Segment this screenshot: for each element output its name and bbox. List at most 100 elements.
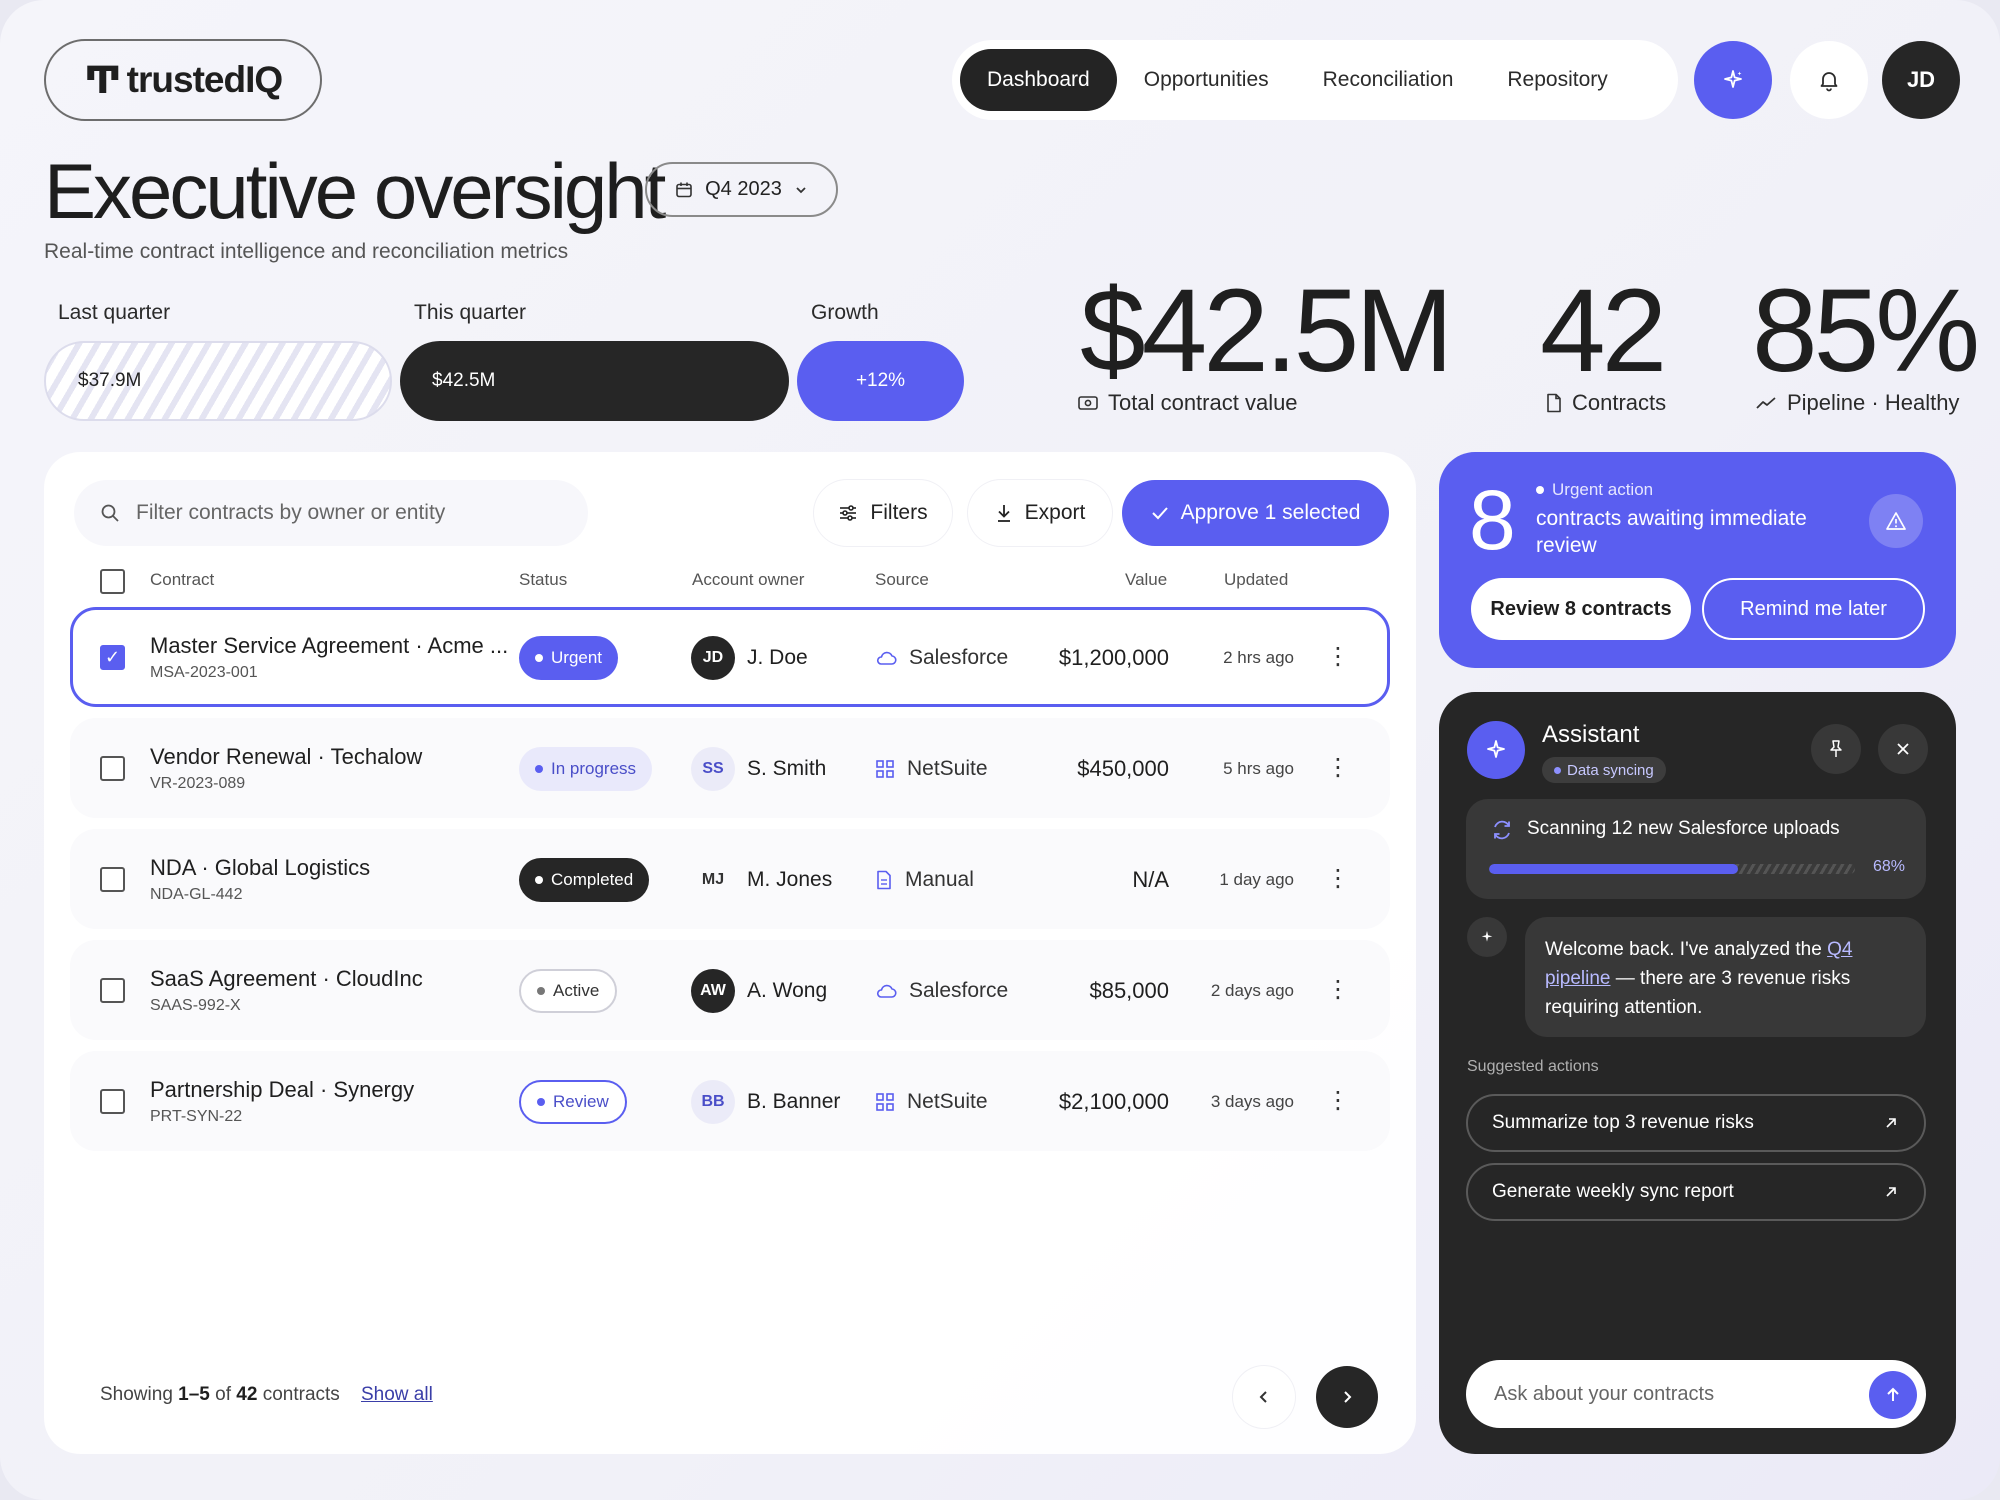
- next-page-button[interactable]: [1316, 1366, 1378, 1428]
- row-checkbox[interactable]: [100, 1089, 125, 1114]
- stat-contracts-value: 42: [1540, 265, 1667, 397]
- grid-icon: [876, 760, 894, 778]
- contract-id: VR-2023-089: [150, 775, 246, 792]
- owner-name: B. Banner: [747, 1090, 841, 1113]
- send-button[interactable]: [1869, 1371, 1917, 1419]
- approve-selected-button[interactable]: Approve 1 selected: [1122, 480, 1389, 546]
- assistant-input[interactable]: Ask about your contracts: [1466, 1360, 1926, 1428]
- review-contracts-button[interactable]: Review 8 contracts: [1471, 578, 1691, 640]
- tab-reconciliation[interactable]: Reconciliation: [1296, 49, 1481, 111]
- status-label: In progress: [551, 759, 637, 778]
- showing-range: 1–5: [178, 1384, 210, 1405]
- sparkle-icon: [1724, 70, 1742, 88]
- stat-total-label: Total contract value: [1108, 390, 1298, 415]
- prev-page-button[interactable]: [1233, 1366, 1295, 1428]
- notifications-button[interactable]: [1790, 41, 1868, 119]
- select-all-checkbox[interactable]: [100, 569, 125, 594]
- scan-percent: 68%: [1873, 858, 1906, 875]
- suggestion-label: Generate weekly sync report: [1492, 1181, 1734, 1202]
- status-label: Urgent: [551, 648, 603, 667]
- stat-contracts-label: Contracts: [1572, 390, 1667, 415]
- logo-mark-icon: Ͳ: [83, 59, 122, 101]
- status-label: Completed: [551, 870, 634, 889]
- last-quarter-bar: $37.9M: [44, 341, 392, 421]
- check-icon: [1151, 507, 1168, 520]
- filters-button[interactable]: Filters: [814, 480, 952, 546]
- col-account-owner[interactable]: Account owner: [692, 570, 804, 590]
- remind-later-button[interactable]: Remind me later: [1702, 578, 1925, 640]
- showing-prefix: Showing: [100, 1384, 173, 1405]
- status-badge: In progress: [519, 747, 653, 791]
- logo[interactable]: Ͳ trustedIQ: [44, 39, 322, 121]
- document-icon: [877, 870, 891, 890]
- col-source[interactable]: Source: [875, 570, 929, 590]
- row-menu-icon[interactable]: ⋮: [1326, 645, 1350, 669]
- tab-repository[interactable]: Repository: [1480, 49, 1634, 111]
- contract-id: MSA-2023-001: [150, 664, 258, 681]
- source: Salesforce: [875, 979, 1008, 1003]
- contract-value: $450,000: [1077, 756, 1169, 781]
- contract-name: Vendor Renewal · Techalow: [150, 744, 423, 769]
- col-status[interactable]: Status: [519, 570, 567, 590]
- calendar-icon: [676, 182, 692, 197]
- stat-pipeline-caption: Pipeline · Healthy: [1755, 390, 1959, 416]
- user-avatar[interactable]: JD: [1882, 41, 1960, 119]
- source-label: Manual: [905, 868, 974, 891]
- row-checkbox[interactable]: [100, 867, 125, 892]
- show-all-link[interactable]: Show all: [361, 1384, 433, 1406]
- grid-icon: [876, 1093, 894, 1111]
- col-updated[interactable]: Updated: [1224, 570, 1288, 590]
- export-button[interactable]: Export: [968, 480, 1112, 546]
- contract-id: SAAS-992-X: [150, 997, 241, 1014]
- bell-icon: [1820, 72, 1838, 92]
- source-label: Salesforce: [909, 979, 1009, 1002]
- status-badge: Active: [519, 969, 618, 1013]
- search-icon: [101, 504, 119, 522]
- stat-contracts-caption: Contracts: [1546, 390, 1666, 416]
- export-label: Export: [1024, 501, 1086, 524]
- avatar: JD: [691, 636, 735, 680]
- tab-opportunities[interactable]: Opportunities: [1117, 49, 1296, 111]
- showing-total: 42: [236, 1384, 258, 1405]
- arrow-up-right-icon: [1886, 1118, 1896, 1128]
- row-menu-icon[interactable]: ⋮: [1326, 756, 1350, 780]
- close-button[interactable]: [1878, 724, 1928, 774]
- contract-id: PRT-SYN-22: [150, 1108, 243, 1125]
- row-checkbox[interactable]: [100, 978, 125, 1003]
- suggestion-weekly-report[interactable]: Generate weekly sync report: [1466, 1163, 1926, 1221]
- contract-value: $1,200,000: [1058, 645, 1169, 670]
- updated-time: 3 days ago: [1210, 1092, 1294, 1111]
- cloud-icon: [876, 984, 897, 998]
- warning-button[interactable]: [1869, 494, 1923, 548]
- suggestion-summarize-risks[interactable]: Summarize top 3 revenue risks: [1466, 1094, 1926, 1152]
- source: NetSuite: [875, 757, 988, 781]
- row-menu-icon[interactable]: ⋮: [1326, 978, 1350, 1002]
- this-quarter-label: This quarter: [414, 301, 527, 324]
- row-menu-icon[interactable]: ⋮: [1326, 1089, 1350, 1113]
- cloud-icon: [876, 651, 897, 665]
- status-label: Active: [553, 981, 600, 1000]
- contract-name: Master Service Agreement · Acme ...: [150, 633, 509, 658]
- row-checkbox[interactable]: [100, 756, 125, 781]
- pin-button[interactable]: [1811, 724, 1861, 774]
- col-contract[interactable]: Contract: [150, 570, 214, 590]
- contract-name: SaaS Agreement · CloudInc: [150, 966, 423, 991]
- search-input[interactable]: Filter contracts by owner or entity: [74, 480, 588, 546]
- row-menu-icon[interactable]: ⋮: [1326, 867, 1350, 891]
- stat-pipeline-label: Pipeline · Healthy: [1787, 390, 1960, 415]
- col-value[interactable]: Value: [1125, 570, 1167, 590]
- assistant-message: Welcome back. I've analyzed the Q4 pipel…: [1525, 917, 1926, 1037]
- scan-text: Scanning 12 new Salesforce uploads: [1527, 818, 1840, 839]
- assistant-avatar: [1467, 721, 1525, 779]
- urgent-tag: Urgent action: [1536, 480, 1653, 500]
- ai-sparkle-button[interactable]: [1694, 41, 1772, 119]
- row-checkbox[interactable]: ✓: [100, 645, 125, 670]
- document-icon: [1547, 393, 1561, 413]
- tab-dashboard[interactable]: Dashboard: [960, 49, 1117, 111]
- close-icon: [1897, 743, 1909, 755]
- source-label: NetSuite: [907, 757, 988, 780]
- period-select[interactable]: Q4 2023: [645, 162, 838, 217]
- owner-name: S. Smith: [747, 757, 827, 780]
- last-quarter-label: Last quarter: [58, 301, 171, 324]
- owner-name: J. Doe: [747, 646, 808, 669]
